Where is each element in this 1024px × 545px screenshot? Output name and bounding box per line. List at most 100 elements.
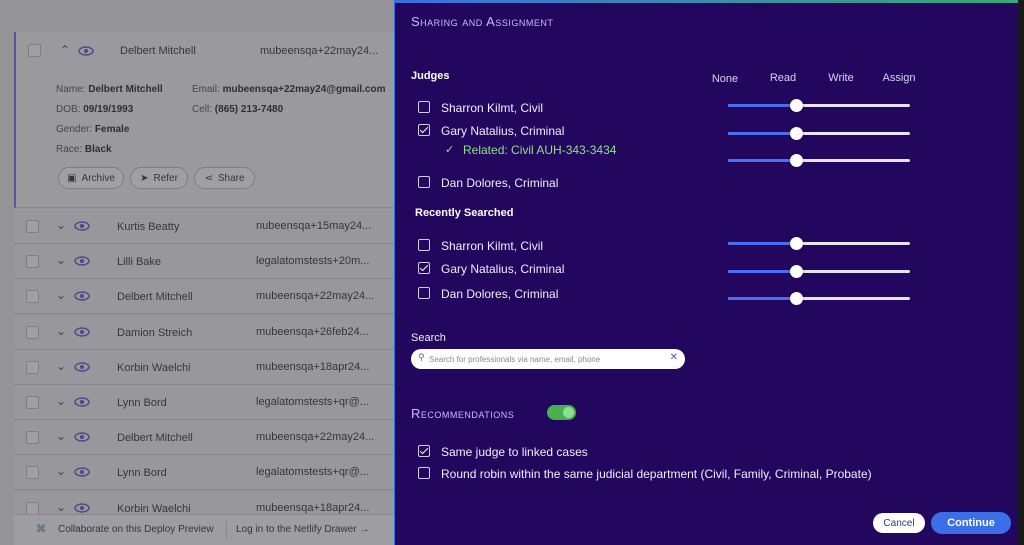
row-email: legalatomstests+qr@... (256, 396, 369, 408)
judge-checkbox[interactable] (418, 124, 430, 136)
eye-icon[interactable] (74, 256, 90, 266)
chevron-down-icon[interactable]: ⌄ (56, 394, 66, 408)
col-read: Read (769, 72, 797, 84)
table-row[interactable]: ⌄ Lynn Bord legalatomstests+qr@... (14, 385, 394, 420)
row-checkbox[interactable] (28, 44, 41, 57)
sharing-panel: Sharing and Assignment Judges None Read … (394, 0, 1024, 545)
permission-slider[interactable] (728, 99, 910, 112)
eye-icon[interactable] (74, 503, 90, 513)
row-name: Kurtis Beatty (117, 221, 180, 233)
row-email: mubeensqa+22may24... (256, 290, 375, 302)
eye-icon[interactable] (74, 467, 90, 477)
eye-icon[interactable] (74, 221, 90, 231)
share-button[interactable]: ⋖ Share (194, 167, 255, 189)
chevron-up-icon[interactable]: ⌃ (60, 43, 70, 57)
chevron-down-icon[interactable]: ⌄ (56, 324, 66, 338)
recent-label: Sharron Kilmt, Civil (441, 239, 544, 253)
permission-slider[interactable] (728, 154, 910, 167)
recent-label: Dan Dolores, Criminal (441, 287, 559, 301)
row-checkbox[interactable] (26, 255, 39, 268)
netlify-icon: ⌘ (36, 524, 46, 535)
row-email: mubeensqa+26feb24... (256, 326, 369, 338)
chevron-down-icon[interactable]: ⌄ (56, 253, 66, 267)
search-label: Search (411, 332, 446, 344)
permission-slider[interactable] (728, 292, 910, 305)
option-label: Round robin within the same judicial dep… (441, 467, 872, 481)
row-name: Lynn Bord (117, 397, 167, 409)
row-email: mubeensqa+18apr24... (256, 502, 370, 514)
search-input[interactable] (429, 351, 659, 367)
permission-slider[interactable] (728, 265, 910, 278)
chevron-down-icon[interactable]: ⌄ (56, 500, 66, 514)
row-checkbox[interactable] (26, 326, 39, 339)
col-none: None (711, 73, 739, 85)
clear-icon[interactable]: ✕ (670, 352, 678, 363)
detail-dob: DOB: 09/19/1993 (56, 104, 134, 115)
recommendations-toggle[interactable] (547, 405, 576, 420)
table-row[interactable]: ⌄ Korbin Waelchi mubeensqa+18apr24... (14, 350, 394, 385)
share-icon: ⋖ (204, 172, 213, 184)
row-email: legalatomstests+qr@... (256, 466, 369, 478)
eye-icon[interactable] (74, 397, 90, 407)
col-assign: Assign (882, 72, 916, 84)
netlify-footer: ⌘ Collaborate on this Deploy Preview Log… (14, 514, 394, 545)
option-label: Same judge to linked cases (441, 445, 588, 459)
window-edge (1018, 0, 1024, 545)
row-checkbox[interactable] (26, 361, 39, 374)
detail-name: Name: Delbert Mitchell (56, 84, 163, 95)
judge-checkbox[interactable] (418, 101, 430, 113)
recent-checkbox[interactable] (418, 239, 430, 251)
archive-icon: ▣ (67, 172, 77, 184)
collaborate-link[interactable]: Collaborate on this Deploy Preview (58, 524, 214, 535)
table-row[interactable]: ⌄ Lynn Bord legalatomstests+qr@... (14, 455, 394, 490)
row-email: nubeensqa+15may24... (256, 220, 372, 232)
eye-icon[interactable] (74, 327, 90, 337)
row-name: Lynn Bord (117, 467, 167, 479)
option-checkbox[interactable] (418, 467, 430, 479)
chevron-down-icon[interactable]: ⌄ (56, 288, 66, 302)
cancel-button[interactable]: Cancel (873, 513, 925, 533)
chevron-down-icon[interactable]: ⌄ (56, 464, 66, 478)
related-case-label: Related: Civil AUH-343-3434 (463, 143, 617, 157)
judge-checkbox[interactable] (418, 176, 430, 188)
table-row[interactable]: ⌄ Lilli Bake legalatomstests+20m... (14, 244, 394, 279)
chevron-down-icon[interactable]: ⌄ (56, 429, 66, 443)
row-checkbox[interactable] (26, 431, 39, 444)
search-box[interactable]: ⚲ ✕ (411, 349, 685, 369)
refer-button[interactable]: ➤ Refer (130, 167, 188, 189)
row-checkbox[interactable] (26, 220, 39, 233)
option-checkbox[interactable] (418, 445, 430, 457)
detail-race: Race: Black (56, 144, 112, 155)
eye-icon[interactable] (74, 432, 90, 442)
recent-checkbox[interactable] (418, 287, 430, 299)
login-link[interactable]: Log in to the Netlify Drawer → (236, 524, 369, 535)
detail-gender: Gender: Female (56, 124, 130, 135)
archive-button[interactable]: ▣ Archive (58, 167, 124, 189)
row-name: Delbert Mitchell (117, 291, 193, 303)
case-list: ⌃ Delbert Mitchell mubeensqa+22may24... … (0, 0, 394, 545)
table-row[interactable]: ⌄ Delbert Mitchell mubeensqa+22may24... (14, 420, 394, 455)
detail-cell: Cell: (865) 213-7480 (192, 104, 284, 115)
table-row[interactable]: ⌄ Damion Streich mubeensqa+26feb24... (14, 315, 394, 350)
eye-icon[interactable] (74, 362, 90, 372)
eye-icon[interactable] (78, 46, 94, 56)
row-name: Korbin Waelchi (117, 362, 191, 374)
expanded-row-header[interactable]: ⌃ Delbert Mitchell mubeensqa+22may24... (16, 32, 394, 70)
table-row[interactable]: ⌄ Delbert Mitchell mubeensqa+22may24... (14, 279, 394, 314)
chevron-down-icon[interactable]: ⌄ (56, 218, 66, 232)
row-name: Damion Streich (117, 327, 193, 339)
detail-email: Email: mubeensqa+22may24@gmail.com (192, 84, 386, 95)
row-checkbox[interactable] (26, 290, 39, 303)
permission-slider[interactable] (728, 237, 910, 250)
expanded-row: ⌃ Delbert Mitchell mubeensqa+22may24... … (14, 32, 394, 208)
chevron-down-icon[interactable]: ⌄ (56, 359, 66, 373)
row-email: mubeensqa+18apr24... (256, 361, 370, 373)
row-checkbox[interactable] (26, 466, 39, 479)
continue-button[interactable]: Continue (931, 512, 1011, 534)
recent-checkbox[interactable] (418, 262, 430, 274)
eye-icon[interactable] (74, 291, 90, 301)
permission-slider[interactable] (728, 127, 910, 140)
row-checkbox[interactable] (26, 396, 39, 409)
col-write: Write (828, 72, 854, 84)
table-row[interactable]: ⌄ Kurtis Beatty nubeensqa+15may24... (14, 209, 394, 244)
